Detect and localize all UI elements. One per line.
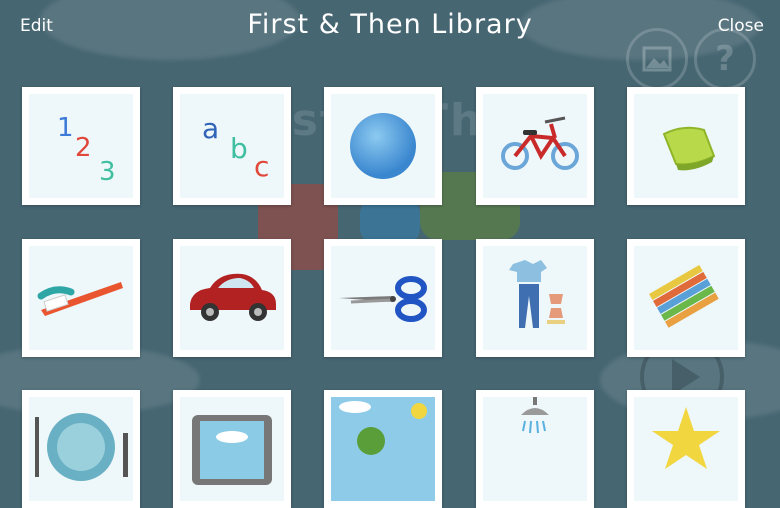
library-item-clothes[interactable] bbox=[476, 239, 594, 357]
plate-image bbox=[35, 413, 128, 481]
library-item-sponge[interactable] bbox=[627, 87, 745, 205]
outdoor-image bbox=[331, 397, 435, 501]
ball-image bbox=[350, 113, 416, 179]
tablet-image bbox=[192, 415, 272, 485]
library-item-numbers[interactable]: 1 2 3 bbox=[22, 87, 140, 205]
tile-image bbox=[331, 397, 435, 501]
library-item-crayons[interactable] bbox=[627, 239, 745, 357]
letter-a: a bbox=[202, 112, 219, 145]
letter-b: b bbox=[230, 132, 248, 165]
library-item-car[interactable] bbox=[173, 239, 291, 357]
numeral-3: 3 bbox=[99, 157, 116, 187]
sponge-image bbox=[662, 126, 716, 171]
close-button[interactable]: Close bbox=[718, 16, 764, 36]
library-item-star[interactable] bbox=[627, 390, 745, 508]
crayons-image bbox=[649, 264, 719, 328]
tile-image: a b c bbox=[180, 94, 284, 198]
library-item-scissors[interactable] bbox=[324, 239, 442, 357]
numbers-image: 1 2 3 bbox=[57, 113, 116, 187]
background: rst & Th ? bbox=[0, 0, 780, 439]
top-bar: Edit First & Then Library Close bbox=[0, 0, 780, 60]
car-image bbox=[190, 273, 276, 321]
tile-image: 1 2 3 bbox=[29, 94, 133, 198]
clothes-image bbox=[509, 260, 565, 328]
library-item-letters[interactable]: a b c bbox=[173, 87, 291, 205]
library-item-tablet[interactable] bbox=[173, 390, 291, 508]
tile-image bbox=[483, 397, 587, 501]
tile-image bbox=[29, 246, 133, 350]
tile-image bbox=[634, 94, 738, 198]
bicycle-image bbox=[501, 116, 579, 170]
toothbrush-image bbox=[37, 282, 123, 316]
numeral-1: 1 bbox=[57, 113, 74, 143]
tile-image bbox=[180, 246, 284, 350]
letter-c: c bbox=[254, 150, 269, 183]
library-item-toothbrush[interactable] bbox=[22, 239, 140, 357]
library-item-plate[interactable] bbox=[22, 390, 140, 508]
tile-image bbox=[180, 397, 284, 501]
tile-image bbox=[483, 246, 587, 350]
page-title: First & Then Library bbox=[247, 9, 533, 40]
tile-image bbox=[483, 94, 587, 198]
tile-image bbox=[634, 246, 738, 350]
shower-image bbox=[521, 397, 549, 434]
star-image bbox=[652, 407, 720, 469]
library-item-shower[interactable] bbox=[476, 390, 594, 508]
letters-image: a b c bbox=[202, 112, 269, 183]
tile-image bbox=[331, 94, 435, 198]
library-item-outdoors[interactable] bbox=[324, 390, 442, 508]
tile-image bbox=[29, 397, 133, 501]
tile-image bbox=[634, 397, 738, 501]
library-item-bicycle[interactable] bbox=[476, 87, 594, 205]
scissors-image bbox=[339, 276, 427, 322]
numeral-2: 2 bbox=[75, 133, 92, 163]
library-item-ball[interactable] bbox=[324, 87, 442, 205]
tile-image bbox=[331, 246, 435, 350]
